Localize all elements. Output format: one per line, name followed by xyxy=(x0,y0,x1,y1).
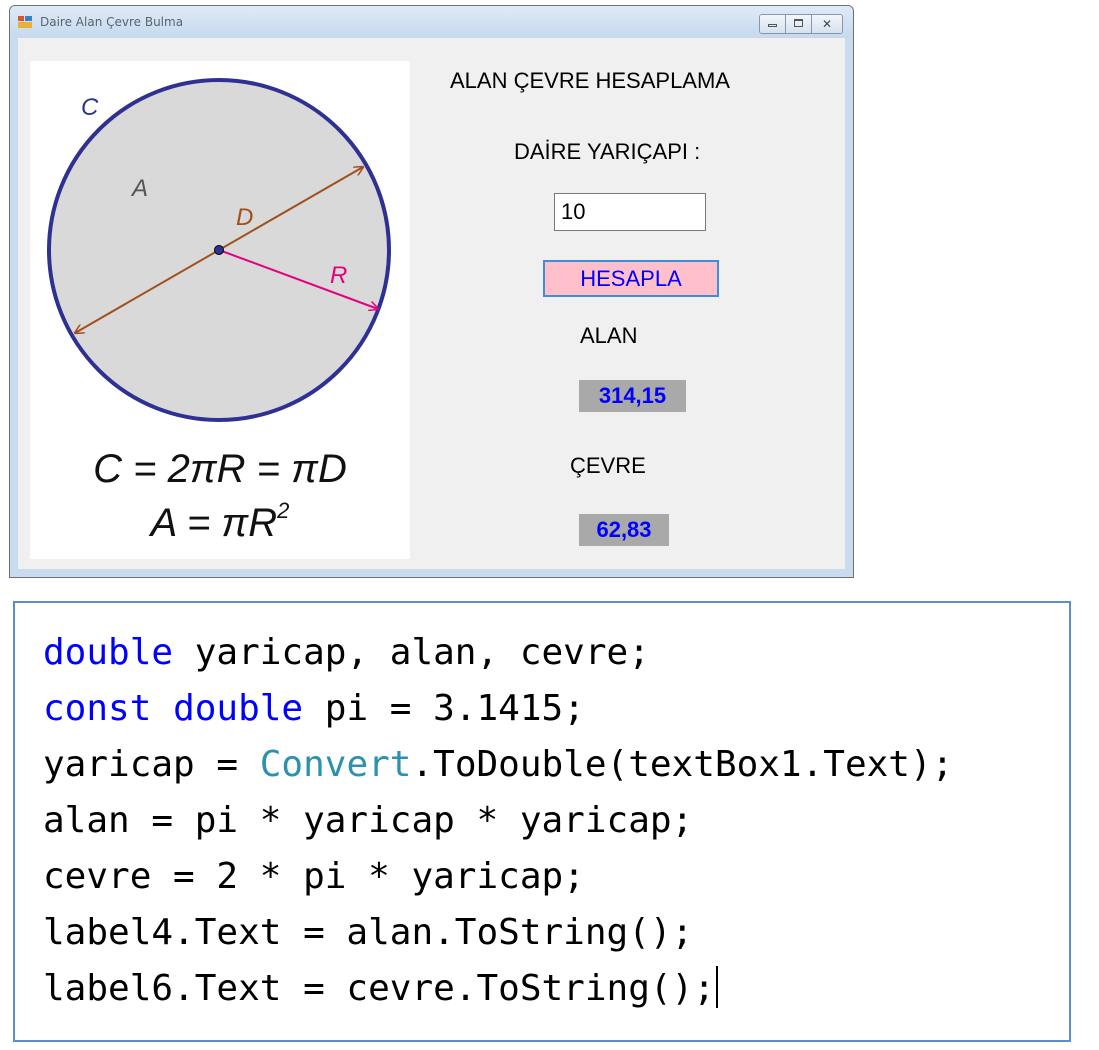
label-c: C xyxy=(81,94,99,121)
text-caret xyxy=(715,966,718,1008)
minimize-button[interactable] xyxy=(760,15,786,33)
area-label: ALAN xyxy=(580,323,638,348)
title-bar[interactable]: Daire Alan Çevre Bulma ✕ xyxy=(10,6,853,38)
maximize-button[interactable] xyxy=(786,15,812,33)
area-formula-main: A = πR xyxy=(150,501,278,545)
code-line-2: const double pi = 3.1415; xyxy=(43,688,585,729)
perimeter-label: ÇEVRE xyxy=(570,453,646,478)
center-point xyxy=(214,245,224,255)
circumference-formula: C = 2πR = πD xyxy=(93,447,347,491)
app-window: Daire Alan Çevre Bulma ✕ C A D R C = 2πR… xyxy=(9,5,854,578)
label-a: A xyxy=(130,175,148,202)
circle-diagram: C A D R xyxy=(47,78,391,422)
minimize-icon xyxy=(768,24,777,27)
area-formula: A = πR2 xyxy=(30,498,410,546)
code-line-4: alan = pi * yaricap * yaricap; xyxy=(43,800,694,841)
calculate-button[interactable]: HESAPLA xyxy=(543,260,719,297)
code-line-3: yaricap = Convert.ToDouble(textBox1.Text… xyxy=(43,744,954,785)
code-line-7: label6.Text = cevre.ToString(); xyxy=(43,966,718,1009)
area-formula-exponent: 2 xyxy=(277,498,290,523)
circle-diagram-picture: C A D R C = 2πR = πD A = πR2 xyxy=(30,61,410,559)
close-button[interactable]: ✕ xyxy=(812,15,842,33)
app-icon xyxy=(18,16,32,28)
window-controls: ✕ xyxy=(759,14,843,34)
code-line-6: label4.Text = alan.ToString(); xyxy=(43,912,694,953)
code-line-5: cevre = 2 * pi * yaricap; xyxy=(43,856,585,897)
radius-input[interactable] xyxy=(554,193,706,231)
radius-label: DAİRE YARIÇAPI : xyxy=(514,139,701,164)
code-line-1: double yaricap, alan, cevre; xyxy=(43,632,650,673)
heading-label: ALAN ÇEVRE HESAPLAMA xyxy=(450,68,730,93)
label-d: D xyxy=(236,204,253,231)
maximize-icon xyxy=(794,19,803,27)
code-block: double yaricap, alan, cevre; const doubl… xyxy=(43,625,953,1017)
area-result: 314,15 xyxy=(579,380,686,412)
window-title: Daire Alan Çevre Bulma xyxy=(40,15,184,29)
label-r: R xyxy=(330,262,347,289)
form-client-area: C A D R C = 2πR = πD A = πR2 ALAN ÇEVRE … xyxy=(18,38,845,569)
code-editor[interactable]: double yaricap, alan, cevre; const doubl… xyxy=(13,601,1071,1042)
close-icon: ✕ xyxy=(821,17,833,31)
perimeter-result: 62,83 xyxy=(579,514,669,546)
